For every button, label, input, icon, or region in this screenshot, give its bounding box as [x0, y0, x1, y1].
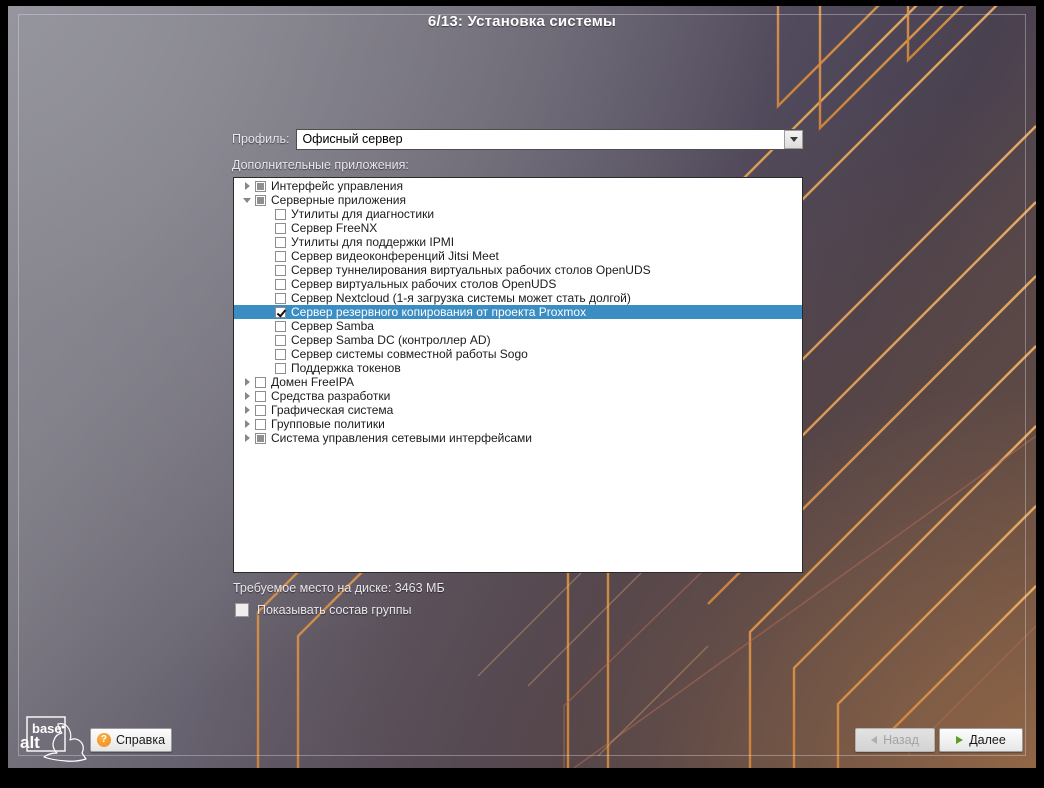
tree-item-label: Сервер виртуальных рабочих столов OpenUD… [291, 277, 556, 291]
chevron-right-icon[interactable] [239, 434, 255, 442]
tree-item-checkbox[interactable] [275, 335, 286, 346]
tree-row[interactable]: Утилиты для диагностики [234, 207, 802, 221]
next-button-label: Далее [969, 733, 1006, 747]
installer-window: 6/13: Установка системы Профиль: Офисный… [0, 0, 1044, 788]
tree-item-checkbox[interactable] [255, 391, 266, 402]
tree-item-checkbox[interactable] [275, 251, 286, 262]
tree-item-checkbox[interactable] [275, 209, 286, 220]
next-button[interactable]: Далее [939, 728, 1023, 752]
question-mark-icon: ? [97, 733, 111, 747]
tree-item-label: Утилиты для диагностики [291, 207, 434, 221]
show-group-contents-checkbox[interactable]: Показывать состав группы [235, 603, 411, 617]
tree-item-label: Интерфейс управления [271, 179, 403, 193]
tree-row[interactable]: Утилиты для поддержки IPMI [234, 235, 802, 249]
back-button[interactable]: Назад [855, 728, 935, 752]
tree-item-checkbox[interactable] [255, 181, 266, 192]
tree-row[interactable]: Сервер резервного копирования от проекта… [234, 305, 802, 319]
tree-item-checkbox[interactable] [275, 223, 286, 234]
tree-item-label: Утилиты для поддержки IPMI [291, 235, 454, 249]
tree-row[interactable]: Поддержка токенов [234, 361, 802, 375]
tree-item-label: Сервер Samba [291, 319, 374, 333]
profile-label: Профиль: [232, 132, 289, 146]
tree-item-checkbox[interactable] [275, 279, 286, 290]
tree-row[interactable]: Сервер Nextcloud (1-я загрузка системы м… [234, 291, 802, 305]
back-button-label: Назад [883, 733, 919, 747]
additional-apps-label: Дополнительные приложения: [232, 158, 804, 172]
tree-item-label: Поддержка токенов [291, 361, 401, 375]
help-button[interactable]: ? Справка [90, 728, 172, 752]
tree-item-label: Сервер Nextcloud (1-я загрузка системы м… [291, 291, 631, 305]
tree-row[interactable]: Средства разработки [234, 389, 802, 403]
title-bar: 6/13: Установка системы [8, 6, 1036, 36]
tree-item-label: Сервер резервного копирования от проекта… [291, 305, 586, 319]
tree-item-label: Средства разработки [271, 389, 390, 403]
tree-item-label: Сервер видеоконференций Jitsi Meet [291, 249, 499, 263]
chevron-right-icon[interactable] [239, 406, 255, 414]
tree-item-checkbox[interactable] [255, 433, 266, 444]
tree-item-label: Групповые политики [271, 417, 385, 431]
svg-text:alt: alt [20, 733, 40, 752]
tree-item-checkbox[interactable] [255, 419, 266, 430]
profile-row: Профиль: Офисный сервер [232, 128, 804, 150]
chevron-down-icon[interactable] [239, 198, 255, 203]
tree-item-label: Графическая система [271, 403, 393, 417]
tree-item-label: Сервер туннелирования виртуальных рабочи… [291, 263, 651, 277]
tree-item-checkbox[interactable] [275, 237, 286, 248]
chevron-right-icon[interactable] [239, 392, 255, 400]
tree-item-checkbox[interactable] [275, 293, 286, 304]
checkbox-box[interactable] [235, 603, 249, 617]
tree-row[interactable]: Система управления сетевыми интерфейсами [234, 431, 802, 445]
tree-item-checkbox[interactable] [275, 265, 286, 276]
applications-tree-list: Интерфейс управленияСерверные приложения… [234, 178, 802, 445]
tree-row[interactable]: Сервер виртуальных рабочих столов OpenUD… [234, 277, 802, 291]
tree-item-label: Домен FreeIPA [271, 375, 354, 389]
chevron-right-icon[interactable] [239, 182, 255, 190]
tree-item-checkbox[interactable] [275, 307, 286, 318]
tree-row[interactable]: Сервер туннелирования виртуальных рабочи… [234, 263, 802, 277]
tree-item-checkbox[interactable] [255, 195, 266, 206]
tree-row[interactable]: Сервер FreeNX [234, 221, 802, 235]
show-group-contents-label: Показывать состав группы [257, 603, 411, 617]
content-area: Профиль: Офисный сервер Дополнительные п… [232, 128, 804, 176]
tree-row[interactable]: Домен FreeIPA [234, 375, 802, 389]
tree-row[interactable]: Сервер системы совместной работы Sogo [234, 347, 802, 361]
applications-tree-panel[interactable]: Интерфейс управленияСерверные приложения… [233, 177, 803, 573]
tree-item-checkbox[interactable] [275, 363, 286, 374]
tree-item-label: Серверные приложения [271, 193, 406, 207]
basealt-seal-logo: base alt [18, 714, 96, 764]
chevron-down-icon[interactable] [784, 130, 803, 149]
page-title: 6/13: Установка системы [428, 13, 616, 30]
help-button-label: Справка [116, 733, 165, 747]
tree-row[interactable]: Графическая система [234, 403, 802, 417]
tree-item-checkbox[interactable] [275, 349, 286, 360]
tree-item-label: Сервер системы совместной работы Sogo [291, 347, 528, 361]
tree-item-checkbox[interactable] [255, 405, 266, 416]
tree-item-label: Сервер Samba DC (контроллер AD) [291, 333, 491, 347]
profile-select[interactable]: Офисный сервер [296, 129, 804, 150]
arrow-right-icon [956, 736, 963, 744]
tree-item-label: Сервер FreeNX [291, 221, 377, 235]
tree-row[interactable]: Сервер Samba [234, 319, 802, 333]
profile-selected-value: Офисный сервер [297, 132, 784, 146]
tree-row[interactable]: Сервер видеоконференций Jitsi Meet [234, 249, 802, 263]
arrow-left-icon [871, 736, 877, 744]
tree-row[interactable]: Серверные приложения [234, 193, 802, 207]
chevron-right-icon[interactable] [239, 378, 255, 386]
tree-item-label: Система управления сетевыми интерфейсами [271, 431, 532, 445]
tree-item-checkbox[interactable] [275, 321, 286, 332]
tree-row[interactable]: Сервер Samba DC (контроллер AD) [234, 333, 802, 347]
disk-space-info: Требуемое место на диске: 3463 МБ [233, 581, 445, 595]
tree-row[interactable]: Групповые политики [234, 417, 802, 431]
tree-item-checkbox[interactable] [255, 377, 266, 388]
tree-row[interactable]: Интерфейс управления [234, 179, 802, 193]
chevron-right-icon[interactable] [239, 420, 255, 428]
